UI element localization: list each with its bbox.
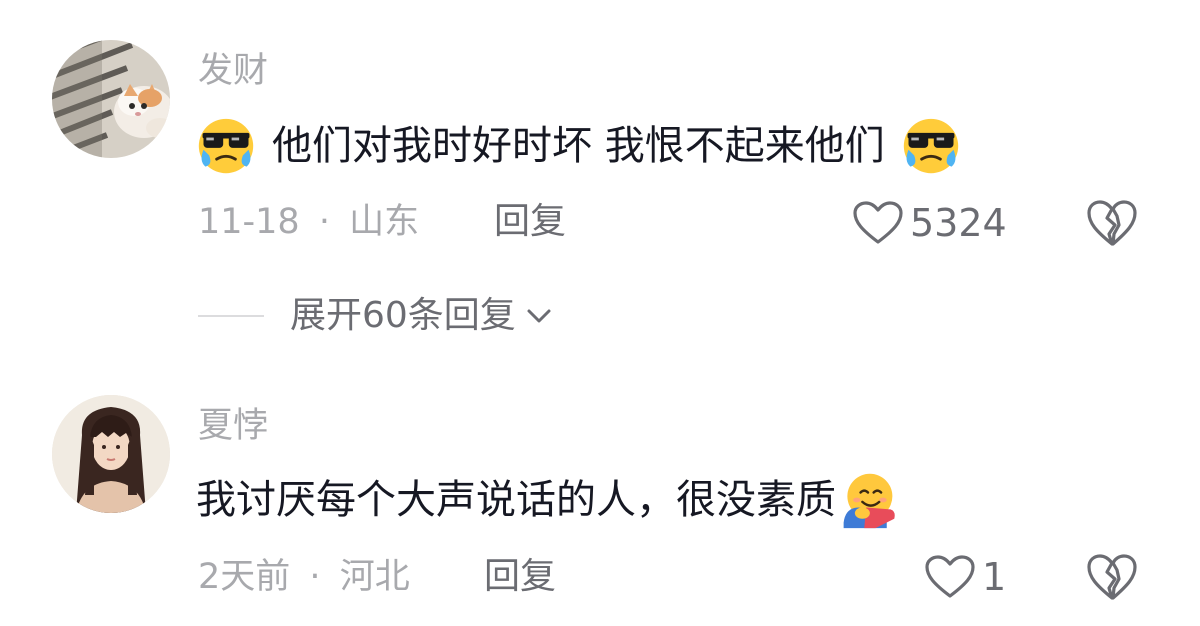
comment-date: 11-18: [198, 202, 300, 242]
broken-heart-icon[interactable]: [1086, 552, 1138, 602]
girl-avatar-image: [52, 395, 170, 513]
like-button[interactable]: 5324: [852, 198, 1007, 248]
broken-heart-icon[interactable]: [1086, 198, 1138, 248]
like-count: 1: [982, 555, 1007, 599]
avatar[interactable]: [52, 40, 170, 158]
chevron-down-icon: [527, 309, 551, 323]
comment-item: 夏悖 我讨厌每个大声说话的人，很没素质 2天前 · 河北 回复 1: [0, 360, 1200, 626]
comment-text-body: 他们对我时好时坏 我恨不起来他们: [272, 123, 885, 169]
comment-text: 他们对我时好时坏 我恨不起来他们: [196, 116, 961, 176]
reply-button[interactable]: 回复: [494, 204, 566, 240]
like-button[interactable]: 1: [924, 552, 1006, 602]
avatar[interactable]: [52, 395, 170, 513]
comment-meta: 11-18 · 山东: [198, 205, 419, 240]
comment-date: 2天前: [198, 557, 291, 597]
comment-text-body: 我讨厌每个大声说话的人，很没素质: [196, 477, 836, 523]
heart-outline-icon: [925, 555, 975, 598]
expand-replies-label: 展开60条回复: [290, 295, 516, 336]
expand-divider: [198, 315, 264, 317]
reply-button[interactable]: 回复: [484, 559, 556, 595]
username[interactable]: 夏悖: [198, 409, 268, 444]
sunglasses-tears-emoji: [903, 118, 958, 174]
expand-replies-button[interactable]: 展开60条回复: [198, 298, 552, 334]
comment-text: 我讨厌每个大声说话的人，很没素质: [196, 470, 898, 530]
hugging-face-emoji: [843, 473, 895, 529]
like-count: 5324: [910, 201, 1007, 245]
cat-avatar-image: [52, 40, 170, 158]
comment-item: 发财 他们对我时好时坏 我恨不起来他们 11-18 · 山东 回复 5324 展…: [0, 0, 1200, 360]
heart-outline-icon: [853, 201, 903, 244]
comment-meta: 2天前 · 河北: [198, 560, 410, 595]
meta-separator: ·: [309, 557, 321, 597]
sunglasses-tears-emoji: [198, 118, 254, 174]
meta-separator: ·: [318, 202, 330, 242]
username[interactable]: 发财: [198, 54, 268, 89]
comment-location: 山东: [349, 202, 420, 242]
comment-location: 河北: [339, 557, 410, 597]
